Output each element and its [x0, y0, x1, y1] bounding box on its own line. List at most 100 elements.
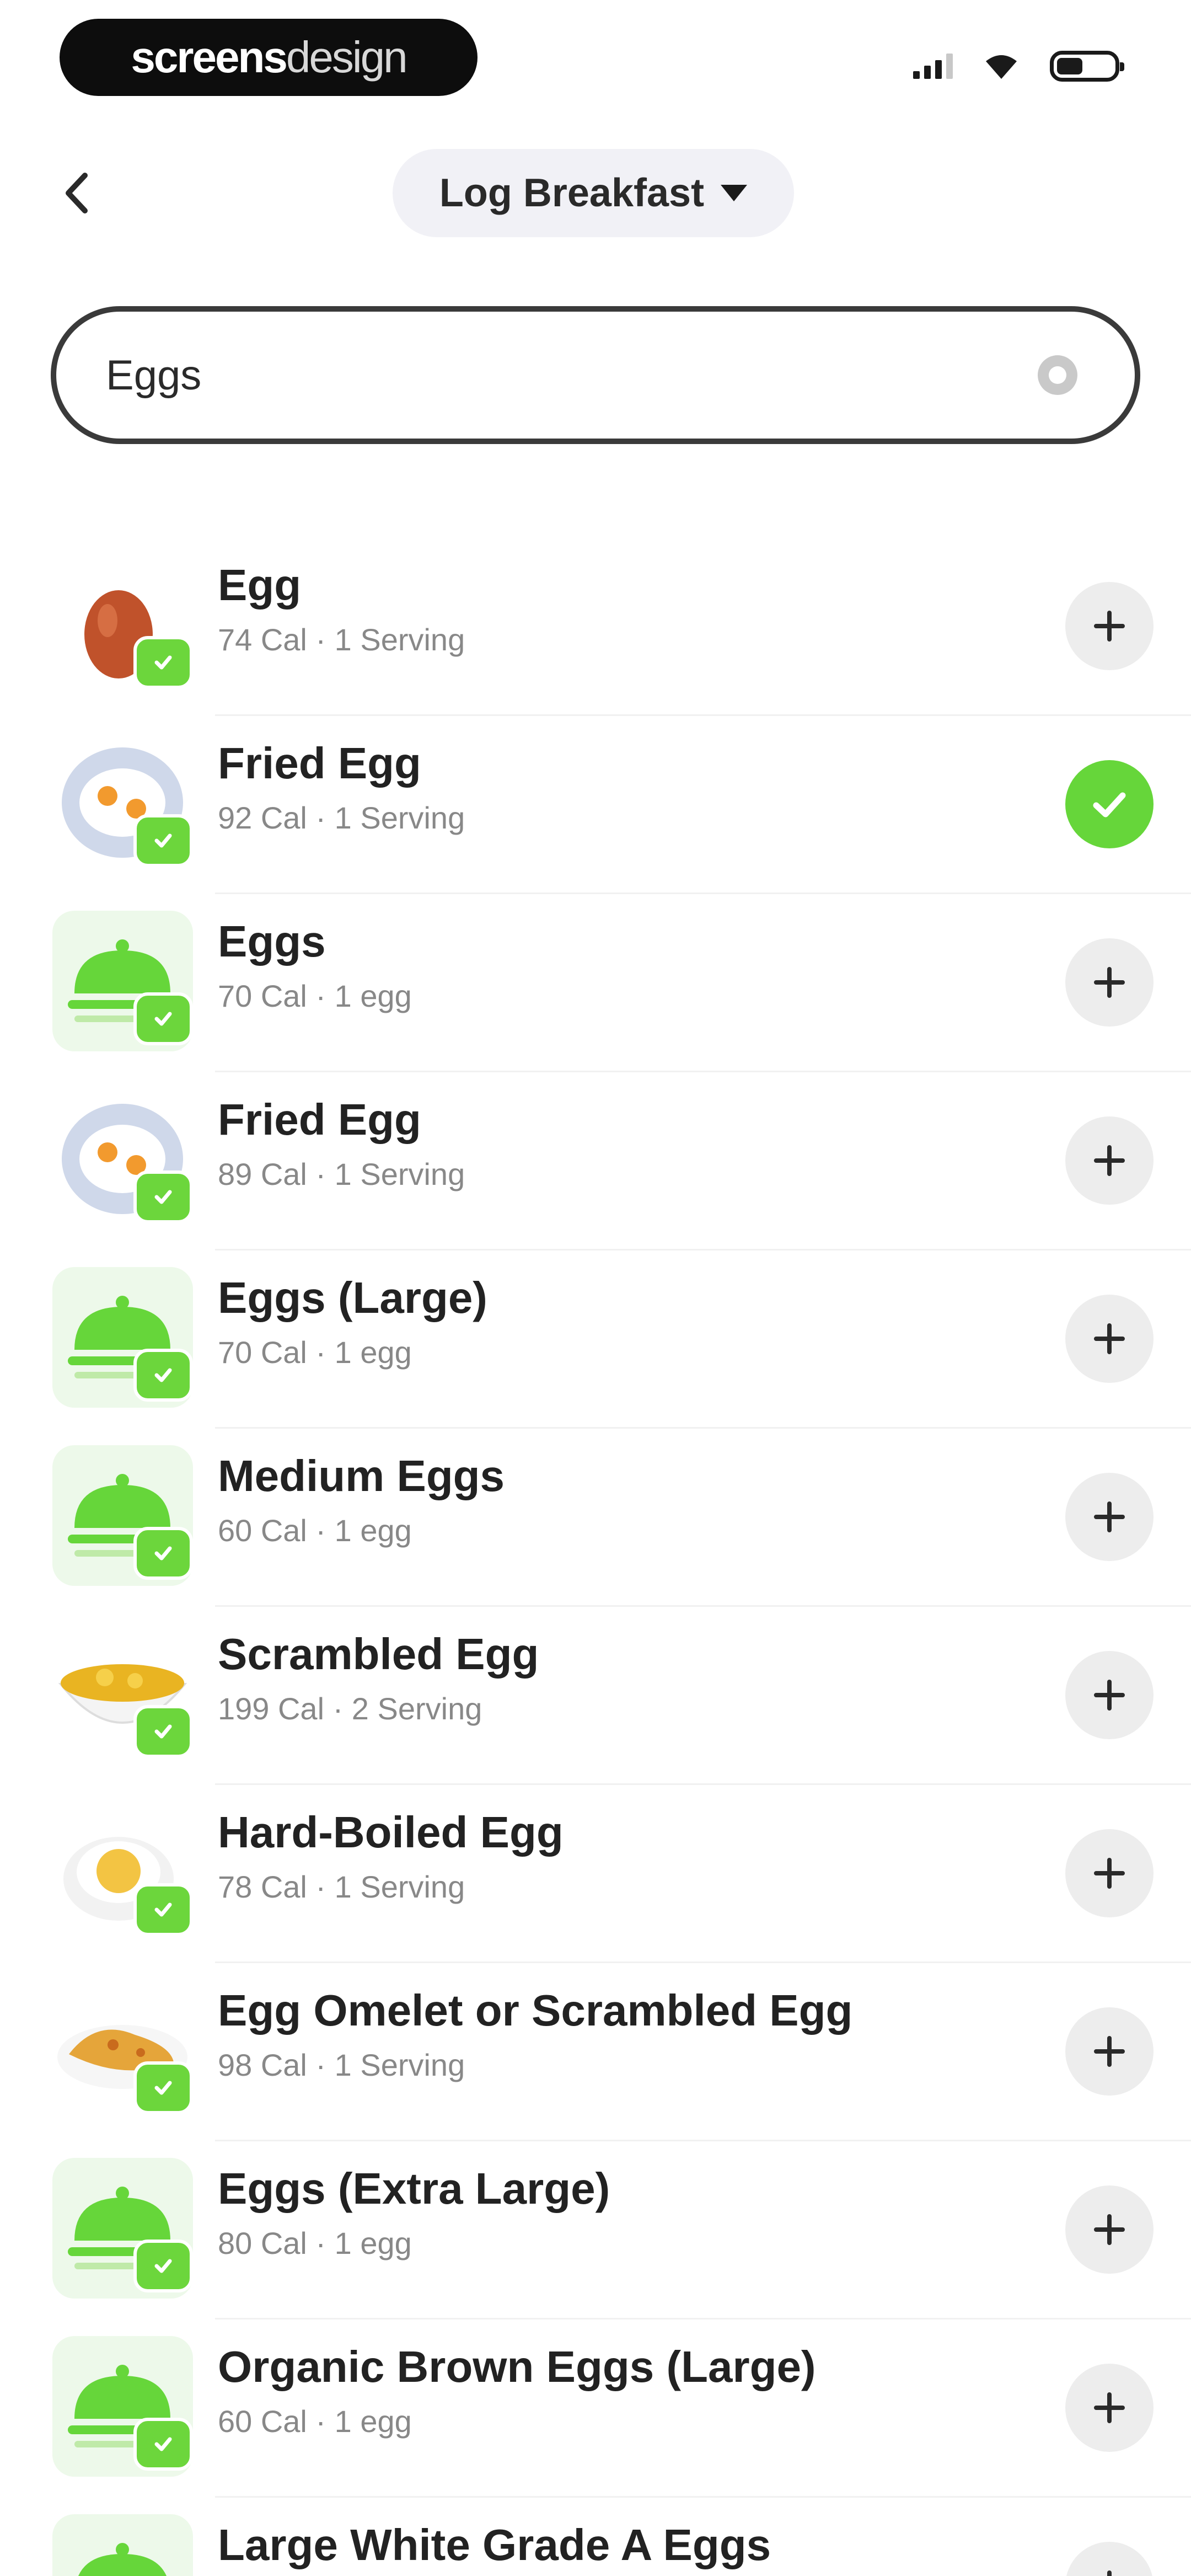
caret-down-icon [721, 185, 748, 201]
food-calories-serving: 70 Cal · 1 egg [218, 1335, 412, 1370]
food-name: Egg Omelet or Scrambled Egg [218, 1986, 853, 2035]
food-results-list: Egg 74 Cal · 1 Serving Fried Egg 92 Cal … [0, 538, 1191, 2576]
plus-icon [1094, 1323, 1125, 1354]
food-name: Eggs (Large) [218, 1273, 487, 1322]
food-list-item[interactable]: Large White Grade A Eggs [0, 2498, 1191, 2576]
food-item-text: Eggs (Large) 70 Cal · 1 egg [218, 1271, 1017, 1370]
add-food-button[interactable] [1065, 2542, 1154, 2576]
search-field[interactable] [51, 306, 1140, 444]
check-icon [1093, 792, 1126, 817]
battery-icon [1050, 51, 1124, 82]
food-calories-serving: 199 Cal · 2 Serving [218, 1691, 482, 1726]
verified-badge-icon [133, 1883, 193, 1936]
plus-icon [1094, 611, 1125, 642]
plus-icon [1107, 2570, 1112, 2576]
food-list-item[interactable]: Fried Egg 89 Cal · 1 Serving [0, 1072, 1191, 1250]
food-calories-serving: 80 Cal · 1 egg [218, 2226, 412, 2260]
food-item-text: Large White Grade A Eggs [218, 2519, 1017, 2576]
cellular-signal-icon [913, 54, 953, 79]
plus-icon [1094, 1501, 1125, 1532]
add-food-button[interactable] [1065, 1116, 1154, 1205]
food-name: Egg [218, 560, 302, 610]
plus-icon [1094, 1145, 1125, 1176]
verified-badge-icon [133, 1171, 193, 1223]
verified-badge-icon [133, 2418, 193, 2471]
verified-badge-icon [133, 2240, 193, 2292]
plus-icon [1094, 2392, 1125, 2423]
food-calories-serving: 70 Cal · 1 egg [218, 979, 412, 1013]
food-item-text: Organic Brown Eggs (Large) 60 Cal · 1 eg… [218, 2340, 1017, 2439]
food-list-item[interactable]: Eggs 70 Cal · 1 egg [0, 894, 1191, 1072]
brand-logo: screens design [60, 19, 478, 96]
food-item-text: Fried Egg 89 Cal · 1 Serving [218, 1093, 1017, 1192]
back-button[interactable] [50, 165, 105, 221]
food-name: Scrambled Egg [218, 1629, 539, 1679]
add-food-button[interactable] [1065, 2185, 1154, 2274]
food-calories-serving: 98 Cal · 1 Serving [218, 2048, 465, 2082]
food-item-text: Eggs 70 Cal · 1 egg [218, 915, 1017, 1014]
status-bar: screens design [0, 0, 1191, 116]
food-calories-serving: 60 Cal · 1 egg [218, 2404, 412, 2439]
food-name: Eggs [218, 917, 326, 966]
verified-badge-icon [133, 1349, 193, 1402]
plus-icon [1094, 2214, 1125, 2245]
added-check-button[interactable] [1065, 760, 1154, 848]
food-name: Organic Brown Eggs (Large) [218, 2342, 816, 2391]
brand-logo-main: screens [131, 33, 287, 82]
food-list-item[interactable]: Hard-Boiled Egg 78 Cal · 1 Serving [0, 1785, 1191, 1963]
meal-selector-button[interactable]: Log Breakfast [393, 149, 794, 237]
brand-logo-rest: design [286, 33, 408, 82]
food-calories-serving: 89 Cal · 1 Serving [218, 1157, 465, 1191]
status-icons [913, 44, 1124, 88]
add-food-button[interactable] [1065, 1651, 1154, 1739]
food-name: Hard-Boiled Egg [218, 1808, 564, 1857]
plus-icon [1094, 967, 1125, 998]
food-item-text: Egg 74 Cal · 1 Serving [218, 559, 1017, 658]
header: Log Breakfast [0, 143, 1191, 243]
verified-badge-icon [133, 814, 193, 867]
food-item-text: Medium Eggs 60 Cal · 1 egg [218, 1450, 1017, 1548]
food-calories-serving: 92 Cal · 1 Serving [218, 800, 465, 835]
food-list-item[interactable]: Scrambled Egg 199 Cal · 2 Serving [0, 1607, 1191, 1785]
food-calories-serving: 74 Cal · 1 Serving [218, 622, 465, 657]
food-name: Fried Egg [218, 1095, 421, 1144]
verified-badge-icon [133, 1527, 193, 1580]
add-food-button[interactable] [1065, 1829, 1154, 1917]
verified-badge-icon [133, 992, 193, 1045]
food-name: Large White Grade A Eggs [218, 2520, 771, 2569]
food-list-item[interactable]: Organic Brown Eggs (Large) 60 Cal · 1 eg… [0, 2320, 1191, 2498]
add-food-button[interactable] [1065, 1295, 1154, 1383]
food-calories-serving: 60 Cal · 1 egg [218, 1513, 412, 1548]
food-item-text: Scrambled Egg 199 Cal · 2 Serving [218, 1628, 1017, 1727]
verified-badge-icon [133, 636, 193, 689]
food-list-item[interactable]: Egg 74 Cal · 1 Serving [0, 538, 1191, 716]
clear-icon [1038, 355, 1077, 395]
verified-badge-icon [133, 2061, 193, 2114]
food-item-text: Eggs (Extra Large) 80 Cal · 1 egg [218, 2162, 1017, 2261]
food-list-item[interactable]: Fried Egg 92 Cal · 1 Serving [0, 716, 1191, 894]
food-item-text: Egg Omelet or Scrambled Egg 98 Cal · 1 S… [218, 1984, 1017, 2083]
food-name: Eggs (Extra Large) [218, 2164, 610, 2213]
add-food-button[interactable] [1065, 938, 1154, 1027]
food-calories-serving: 78 Cal · 1 Serving [218, 1869, 465, 1904]
food-list-item[interactable]: Medium Eggs 60 Cal · 1 egg [0, 1429, 1191, 1607]
clear-search-button[interactable] [1030, 348, 1085, 403]
food-item-text: Hard-Boiled Egg 78 Cal · 1 Serving [218, 1806, 1017, 1905]
add-food-button[interactable] [1065, 582, 1154, 670]
wifi-icon [986, 55, 1017, 79]
verified-badge-icon [133, 1705, 193, 1758]
search-input[interactable] [106, 351, 1030, 399]
food-name: Medium Eggs [218, 1451, 505, 1500]
plus-icon [1094, 1858, 1125, 1889]
food-name: Fried Egg [218, 739, 421, 788]
add-food-button[interactable] [1065, 2007, 1154, 2096]
plus-icon [1094, 2036, 1125, 2067]
food-list-item[interactable]: Egg Omelet or Scrambled Egg 98 Cal · 1 S… [0, 1963, 1191, 2141]
food-list-item[interactable]: Eggs (Large) 70 Cal · 1 egg [0, 1250, 1191, 1429]
add-food-button[interactable] [1065, 2364, 1154, 2452]
food-cloche-icon [52, 2514, 193, 2576]
add-food-button[interactable] [1065, 1473, 1154, 1561]
food-list-item[interactable]: Eggs (Extra Large) 80 Cal · 1 egg [0, 2141, 1191, 2320]
meal-title: Log Breakfast [439, 171, 705, 215]
plus-icon [1094, 1680, 1125, 1711]
